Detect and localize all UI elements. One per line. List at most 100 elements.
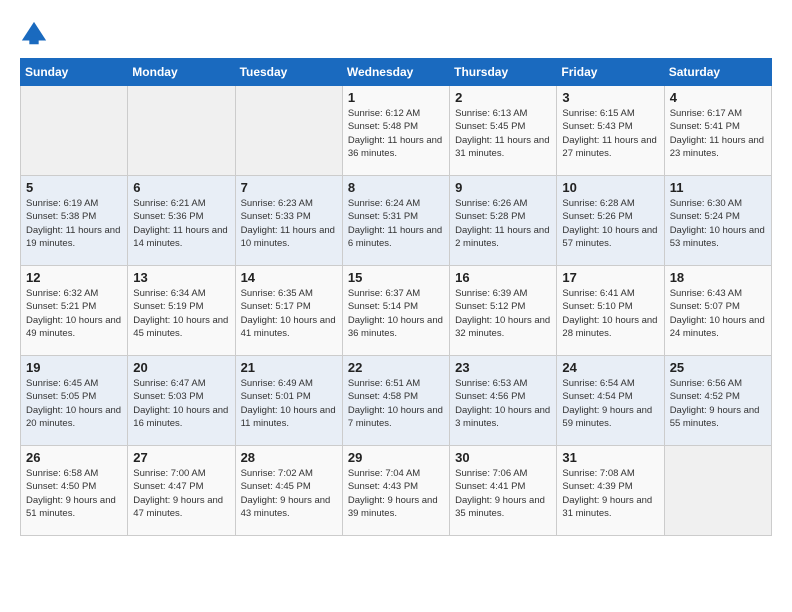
- day-info: Sunrise: 6:19 AM Sunset: 5:38 PM Dayligh…: [26, 197, 122, 250]
- calendar-cell: 29 Sunrise: 7:04 AM Sunset: 4:43 PM Dayli…: [342, 446, 449, 536]
- day-info: Sunrise: 6:53 AM Sunset: 4:56 PM Dayligh…: [455, 377, 551, 430]
- day-info: Sunrise: 7:08 AM Sunset: 4:39 PM Dayligh…: [562, 467, 658, 520]
- day-number: 22: [348, 360, 444, 375]
- day-info: Sunrise: 6:34 AM Sunset: 5:19 PM Dayligh…: [133, 287, 229, 340]
- day-number: 12: [26, 270, 122, 285]
- logo-icon: [20, 20, 48, 48]
- calendar-cell: 24 Sunrise: 6:54 AM Sunset: 4:54 PM Dayli…: [557, 356, 664, 446]
- day-number: 14: [241, 270, 337, 285]
- day-number: 31: [562, 450, 658, 465]
- day-of-week-header: Sunday: [21, 59, 128, 86]
- calendar-cell: 31 Sunrise: 7:08 AM Sunset: 4:39 PM Dayli…: [557, 446, 664, 536]
- calendar-cell: 5 Sunrise: 6:19 AM Sunset: 5:38 PM Daylig…: [21, 176, 128, 266]
- calendar-cell: 10Sunrise: 6:28 AM Sunset: 5:26 PM Dayli…: [557, 176, 664, 266]
- day-number: 24: [562, 360, 658, 375]
- day-info: Sunrise: 6:49 AM Sunset: 5:01 PM Dayligh…: [241, 377, 337, 430]
- day-info: Sunrise: 6:47 AM Sunset: 5:03 PM Dayligh…: [133, 377, 229, 430]
- day-number: 7: [241, 180, 337, 195]
- day-number: 1: [348, 90, 444, 105]
- day-number: 2: [455, 90, 551, 105]
- day-info: Sunrise: 7:06 AM Sunset: 4:41 PM Dayligh…: [455, 467, 551, 520]
- calendar-cell: 30 Sunrise: 7:06 AM Sunset: 4:41 PM Dayli…: [450, 446, 557, 536]
- calendar-cell: 22 Sunrise: 6:51 AM Sunset: 4:58 PM Dayli…: [342, 356, 449, 446]
- day-of-week-header: Tuesday: [235, 59, 342, 86]
- calendar-cell: 27 Sunrise: 7:00 AM Sunset: 4:47 PM Dayli…: [128, 446, 235, 536]
- day-info: Sunrise: 6:32 AM Sunset: 5:21 PM Dayligh…: [26, 287, 122, 340]
- day-number: 28: [241, 450, 337, 465]
- day-number: 27: [133, 450, 229, 465]
- day-info: Sunrise: 6:51 AM Sunset: 4:58 PM Dayligh…: [348, 377, 444, 430]
- day-number: 23: [455, 360, 551, 375]
- calendar-cell: 17 Sunrise: 6:41 AM Sunset: 5:10 PM Dayli…: [557, 266, 664, 356]
- day-of-week-header: Wednesday: [342, 59, 449, 86]
- day-info: Sunrise: 6:58 AM Sunset: 4:50 PM Dayligh…: [26, 467, 122, 520]
- calendar-cell: 7 Sunrise: 6:23 AM Sunset: 5:33 PM Daylig…: [235, 176, 342, 266]
- day-info: Sunrise: 6:45 AM Sunset: 5:05 PM Dayligh…: [26, 377, 122, 430]
- day-of-week-header: Thursday: [450, 59, 557, 86]
- day-info: Sunrise: 6:37 AM Sunset: 5:14 PM Dayligh…: [348, 287, 444, 340]
- calendar-cell: 4 Sunrise: 6:17 AM Sunset: 5:41 PM Daylig…: [664, 86, 771, 176]
- day-number: 26: [26, 450, 122, 465]
- day-number: 4: [670, 90, 766, 105]
- calendar-cell: [128, 86, 235, 176]
- day-info: Sunrise: 6:26 AM Sunset: 5:28 PM Dayligh…: [455, 197, 551, 250]
- day-info: Sunrise: 6:30 AM Sunset: 5:24 PM Dayligh…: [670, 197, 766, 250]
- day-info: Sunrise: 6:15 AM Sunset: 5:43 PM Dayligh…: [562, 107, 658, 160]
- calendar-cell: 16 Sunrise: 6:39 AM Sunset: 5:12 PM Dayli…: [450, 266, 557, 356]
- calendar-cell: 20 Sunrise: 6:47 AM Sunset: 5:03 PM Dayli…: [128, 356, 235, 446]
- day-number: 29: [348, 450, 444, 465]
- day-number: 5: [26, 180, 122, 195]
- day-number: 6: [133, 180, 229, 195]
- calendar-cell: 19 Sunrise: 6:45 AM Sunset: 5:05 PM Dayli…: [21, 356, 128, 446]
- day-info: Sunrise: 6:23 AM Sunset: 5:33 PM Dayligh…: [241, 197, 337, 250]
- calendar-cell: 26 Sunrise: 6:58 AM Sunset: 4:50 PM Dayli…: [21, 446, 128, 536]
- calendar-cell: [664, 446, 771, 536]
- day-of-week-header: Saturday: [664, 59, 771, 86]
- calendar-cell: 9 Sunrise: 6:26 AM Sunset: 5:28 PM Daylig…: [450, 176, 557, 266]
- day-number: 20: [133, 360, 229, 375]
- day-number: 30: [455, 450, 551, 465]
- day-info: Sunrise: 6:28 AM Sunset: 5:26 PM Dayligh…: [562, 197, 658, 250]
- day-info: Sunrise: 6:54 AM Sunset: 4:54 PM Dayligh…: [562, 377, 658, 430]
- calendar-table: SundayMondayTuesdayWednesdayThursdayFrid…: [20, 58, 772, 536]
- day-info: Sunrise: 6:13 AM Sunset: 5:45 PM Dayligh…: [455, 107, 551, 160]
- day-of-week-header: Friday: [557, 59, 664, 86]
- day-info: Sunrise: 7:04 AM Sunset: 4:43 PM Dayligh…: [348, 467, 444, 520]
- day-info: Sunrise: 6:39 AM Sunset: 5:12 PM Dayligh…: [455, 287, 551, 340]
- day-number: 16: [455, 270, 551, 285]
- calendar-cell: 13 Sunrise: 6:34 AM Sunset: 5:19 PM Dayli…: [128, 266, 235, 356]
- day-info: Sunrise: 6:17 AM Sunset: 5:41 PM Dayligh…: [670, 107, 766, 160]
- calendar-cell: 14 Sunrise: 6:35 AM Sunset: 5:17 PM Dayli…: [235, 266, 342, 356]
- calendar-cell: 25 Sunrise: 6:56 AM Sunset: 4:52 PM Dayli…: [664, 356, 771, 446]
- day-number: 11: [670, 180, 766, 195]
- page-header: [20, 20, 772, 48]
- day-number: 21: [241, 360, 337, 375]
- logo: [20, 20, 52, 48]
- day-number: 25: [670, 360, 766, 375]
- day-number: 3: [562, 90, 658, 105]
- day-info: Sunrise: 6:35 AM Sunset: 5:17 PM Dayligh…: [241, 287, 337, 340]
- day-info: Sunrise: 6:56 AM Sunset: 4:52 PM Dayligh…: [670, 377, 766, 430]
- calendar-cell: 8Sunrise: 6:24 AM Sunset: 5:31 PM Daylig…: [342, 176, 449, 266]
- calendar-cell: 21 Sunrise: 6:49 AM Sunset: 5:01 PM Dayli…: [235, 356, 342, 446]
- day-info: Sunrise: 6:24 AM Sunset: 5:31 PM Dayligh…: [348, 197, 444, 250]
- day-info: Sunrise: 7:02 AM Sunset: 4:45 PM Dayligh…: [241, 467, 337, 520]
- day-info: Sunrise: 6:21 AM Sunset: 5:36 PM Dayligh…: [133, 197, 229, 250]
- day-number: 9: [455, 180, 551, 195]
- day-info: Sunrise: 6:41 AM Sunset: 5:10 PM Dayligh…: [562, 287, 658, 340]
- calendar-cell: [235, 86, 342, 176]
- day-info: Sunrise: 7:00 AM Sunset: 4:47 PM Dayligh…: [133, 467, 229, 520]
- calendar-cell: 1 Sunrise: 6:12 AM Sunset: 5:48 PM Daylig…: [342, 86, 449, 176]
- day-info: Sunrise: 6:12 AM Sunset: 5:48 PM Dayligh…: [348, 107, 444, 160]
- calendar-cell: 2 Sunrise: 6:13 AM Sunset: 5:45 PM Daylig…: [450, 86, 557, 176]
- calendar-cell: 18 Sunrise: 6:43 AM Sunset: 5:07 PM Dayli…: [664, 266, 771, 356]
- calendar-cell: 23 Sunrise: 6:53 AM Sunset: 4:56 PM Dayli…: [450, 356, 557, 446]
- day-info: Sunrise: 6:43 AM Sunset: 5:07 PM Dayligh…: [670, 287, 766, 340]
- day-number: 19: [26, 360, 122, 375]
- day-number: 15: [348, 270, 444, 285]
- day-number: 13: [133, 270, 229, 285]
- calendar-cell: 6 Sunrise: 6:21 AM Sunset: 5:36 PM Daylig…: [128, 176, 235, 266]
- day-number: 17: [562, 270, 658, 285]
- day-number: 18: [670, 270, 766, 285]
- calendar-cell: 12 Sunrise: 6:32 AM Sunset: 5:21 PM Dayli…: [21, 266, 128, 356]
